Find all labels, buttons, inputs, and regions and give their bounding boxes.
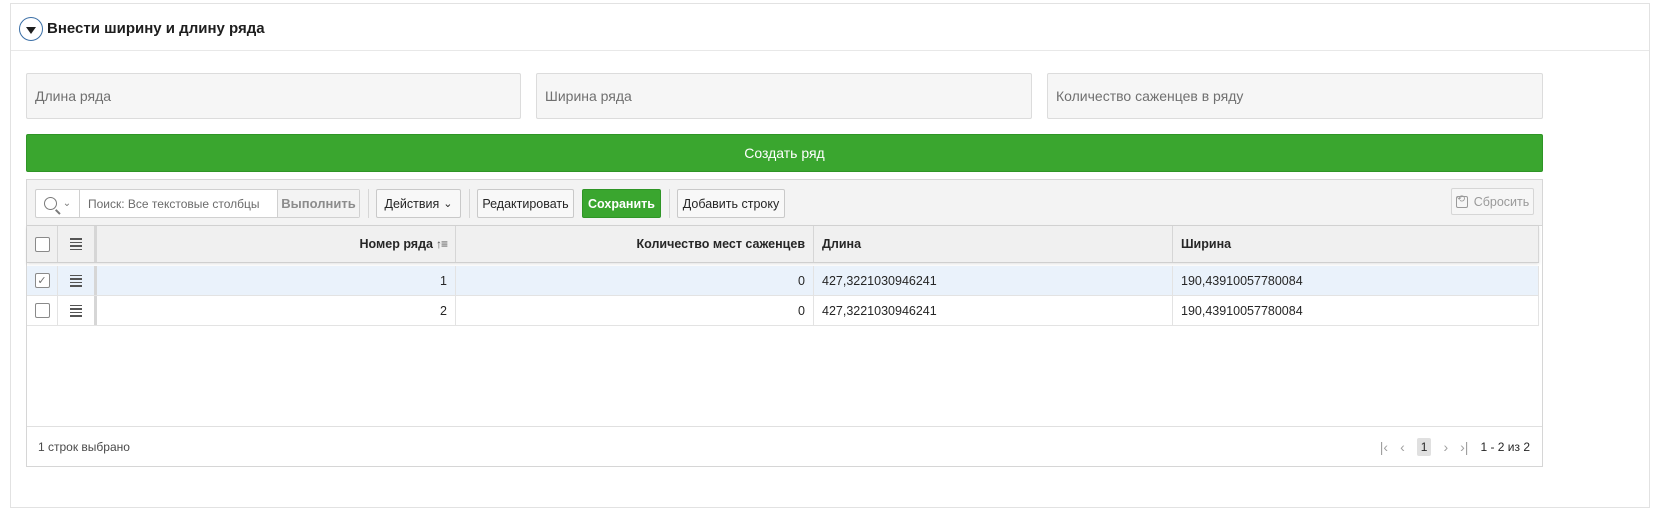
column-header-label: Ширина: [1181, 237, 1232, 251]
column-header-label: Количество мест саженцев: [636, 237, 805, 251]
row-checkbox[interactable]: ✓: [34, 273, 50, 288]
cell-row-number[interactable]: 2: [97, 296, 456, 325]
grid-toolbar: ⌄ Выполнить Действия ⌄ Редактировать Сох…: [27, 180, 1542, 226]
run-search-button[interactable]: Выполнить: [277, 190, 359, 217]
search-box: ⌄ Выполнить: [35, 189, 360, 218]
cell-length[interactable]: 427,3221030946241: [814, 296, 1173, 325]
cell-row-number[interactable]: 1: [97, 266, 456, 295]
row-width-input[interactable]: [545, 88, 1023, 104]
selection-count: 1 строк выбрано: [38, 439, 130, 454]
column-header-length[interactable]: Длина: [814, 226, 1173, 262]
pagination: |‹ ‹ 1 › ›| 1 - 2 из 2: [1380, 437, 1530, 456]
row-length-input[interactable]: [35, 88, 512, 104]
row-menu-icon: [70, 304, 82, 317]
sort-ascending-icon: ↑≡: [435, 237, 448, 251]
search-icon: [43, 197, 57, 210]
row-length-field[interactable]: [26, 73, 521, 119]
table-row[interactable]: ✓ 1 0 427,3221030946241 190,439100577800…: [27, 266, 1539, 296]
seedlings-count-field[interactable]: [1047, 73, 1543, 119]
actions-label: Действия: [384, 196, 440, 211]
first-page-icon[interactable]: |‹: [1380, 439, 1388, 455]
interactive-grid: ⌄ Выполнить Действия ⌄ Редактировать Сох…: [26, 179, 1543, 467]
search-column-picker[interactable]: ⌄: [36, 190, 80, 217]
search-input[interactable]: [80, 190, 277, 217]
grid-footer: 1 строк выбрано |‹ ‹ 1 › ›| 1 - 2 из 2: [27, 426, 1542, 466]
column-header-row-number[interactable]: Номер ряда ↑≡: [97, 226, 456, 262]
region-title: Внести ширину и длину ряда: [47, 20, 265, 37]
add-row-button[interactable]: Добавить строку: [677, 189, 785, 218]
reset-label: Сбросить: [1473, 194, 1530, 209]
grid-header: Номер ряда ↑≡ Количество мест саженцев Д…: [27, 226, 1539, 263]
region-header: Внести ширину и длину ряда: [11, 4, 1649, 51]
toolbar-divider: [669, 189, 670, 218]
actions-menu-button[interactable]: Действия ⌄: [376, 189, 461, 218]
select-all-checkbox[interactable]: [34, 236, 50, 252]
column-header-width[interactable]: Ширина: [1173, 226, 1539, 262]
row-menu-icon: [70, 238, 82, 250]
cell-places[interactable]: 0: [456, 266, 814, 295]
chevron-down-icon: ⌄: [443, 198, 453, 210]
row-checkbox[interactable]: [34, 303, 50, 318]
reset-icon: [1455, 194, 1468, 208]
row-select-cell: [27, 296, 58, 325]
cell-places[interactable]: 0: [456, 296, 814, 325]
table-row[interactable]: 2 0 427,3221030946241 190,43910057780084: [27, 296, 1539, 326]
collapse-triangle-icon: [26, 26, 36, 34]
row-actions-cell[interactable]: [58, 296, 97, 325]
column-header-places[interactable]: Количество мест саженцев: [456, 226, 814, 262]
toolbar-divider: [469, 189, 470, 218]
collapse-toggle-button[interactable]: [19, 17, 43, 41]
seedlings-count-input[interactable]: [1056, 88, 1534, 104]
cell-width[interactable]: 190,43910057780084: [1173, 266, 1539, 295]
reset-button[interactable]: Сбросить: [1451, 188, 1534, 215]
last-page-icon[interactable]: ›|: [1460, 439, 1468, 455]
chevron-down-icon: ⌄: [62, 198, 72, 209]
create-row-button[interactable]: Создать ряд: [26, 134, 1543, 172]
row-actions-cell[interactable]: [58, 266, 97, 295]
row-select-cell: ✓: [27, 266, 58, 295]
save-button[interactable]: Сохранить: [582, 189, 661, 218]
column-header-label: Длина: [822, 237, 862, 251]
page-range: 1 - 2 из 2: [1480, 439, 1530, 454]
row-actions-header: [58, 226, 97, 262]
current-page[interactable]: 1: [1416, 437, 1432, 456]
row-width-field[interactable]: [536, 73, 1032, 119]
edit-button[interactable]: Редактировать: [477, 189, 574, 218]
row-menu-icon: [70, 274, 82, 287]
toolbar-divider: [368, 189, 369, 218]
next-page-icon[interactable]: ›: [1443, 439, 1448, 455]
cell-width[interactable]: 190,43910057780084: [1173, 296, 1539, 325]
cell-length[interactable]: 427,3221030946241: [814, 266, 1173, 295]
prev-page-icon[interactable]: ‹: [1400, 439, 1405, 455]
select-all-cell: [27, 226, 58, 262]
column-header-label: Номер ряда: [359, 237, 433, 251]
